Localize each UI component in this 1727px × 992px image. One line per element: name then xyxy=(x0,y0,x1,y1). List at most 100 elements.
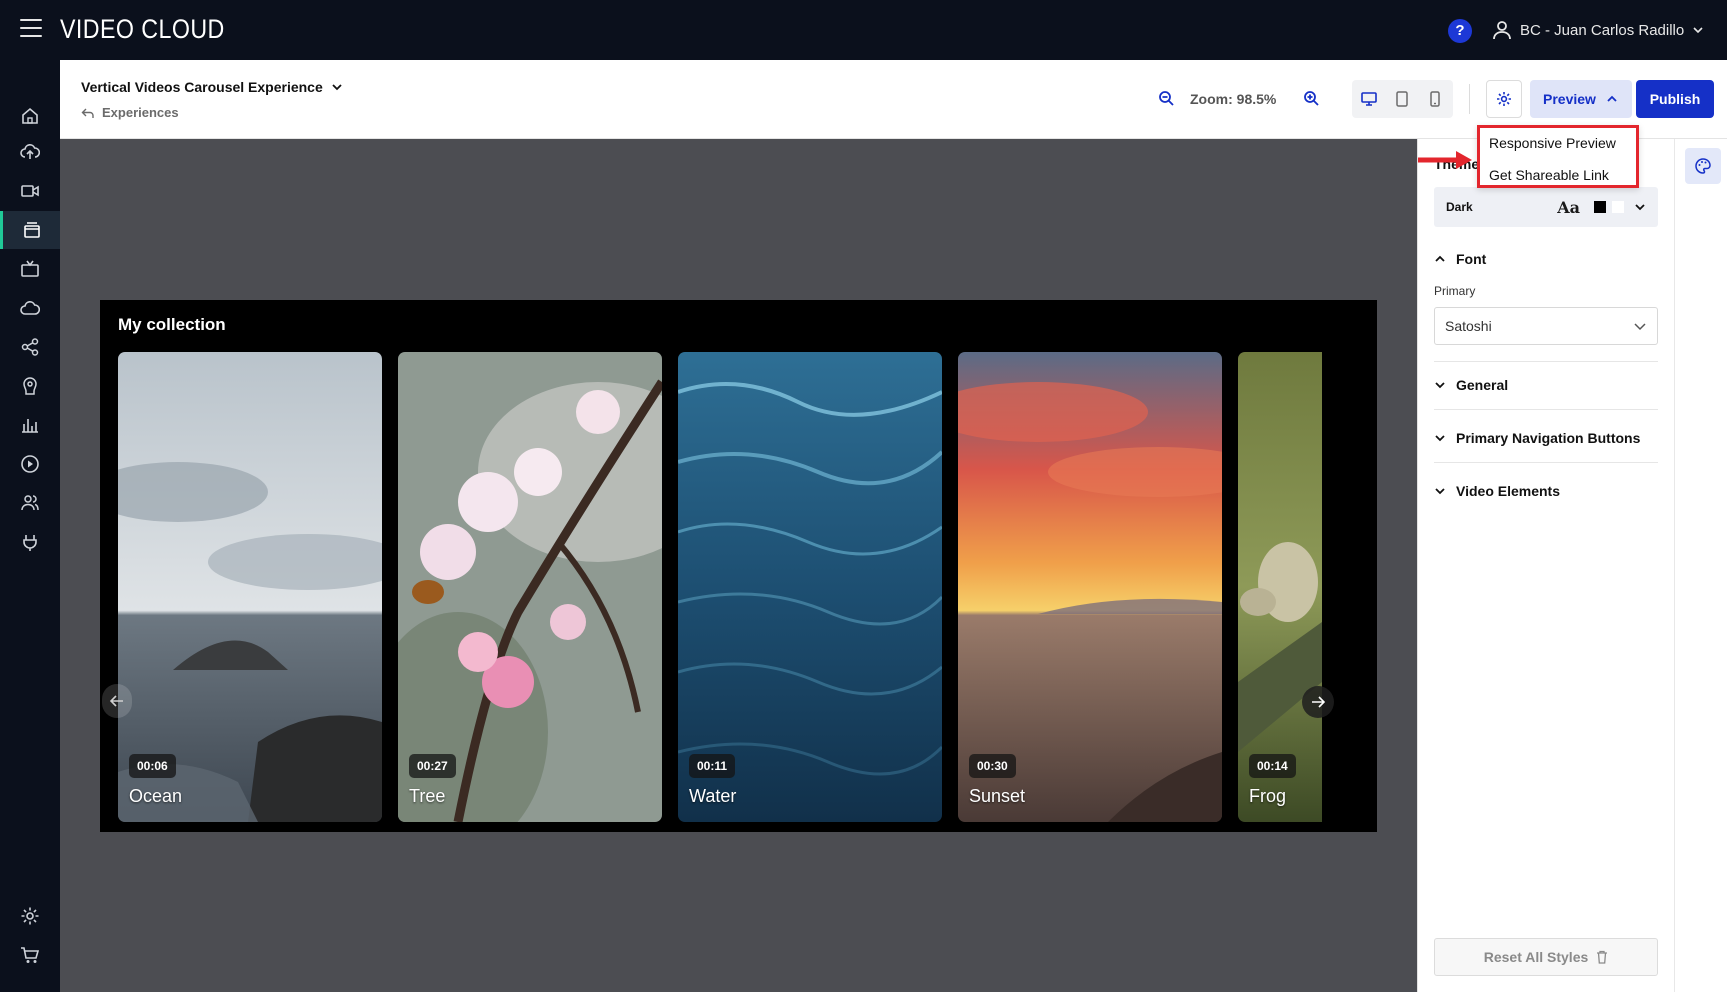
plugin-icon[interactable] xyxy=(0,523,60,561)
duration-badge: 00:14 xyxy=(1249,754,1296,778)
preview-label: Preview xyxy=(1543,91,1596,107)
video-title: Water xyxy=(689,786,737,806)
tree-thumbnail xyxy=(398,352,662,822)
zoom-out-icon[interactable] xyxy=(1158,90,1175,112)
theme-select[interactable]: Dark Aa xyxy=(1434,187,1658,227)
section-divider xyxy=(1434,462,1658,463)
breadcrumb-label: Experiences xyxy=(102,105,179,120)
video-card[interactable]: 00:27 Tree xyxy=(398,352,662,822)
menu-icon[interactable] xyxy=(20,19,42,41)
section-divider xyxy=(1434,409,1658,410)
frog-thumbnail xyxy=(1238,352,1322,822)
section-primary-navigation-buttons-label: Primary Navigation Buttons xyxy=(1456,430,1641,446)
menu-item-responsive-preview[interactable]: Responsive Preview xyxy=(1489,135,1616,151)
palette-icon[interactable] xyxy=(1685,148,1721,184)
preview-button[interactable]: Preview xyxy=(1530,80,1632,118)
section-video-elements[interactable]: Video Elements xyxy=(1434,483,1658,499)
trash-icon xyxy=(1597,950,1608,964)
user-icon xyxy=(1493,21,1511,40)
chevron-down-icon xyxy=(1634,323,1646,331)
share-icon[interactable] xyxy=(0,328,60,366)
experiences-icon[interactable] xyxy=(0,211,60,249)
settings-button[interactable] xyxy=(1486,80,1522,118)
experience-title-dropdown[interactable]: Vertical Videos Carousel Experience xyxy=(81,79,343,95)
section-primary-navigation-buttons[interactable]: Primary Navigation Buttons xyxy=(1434,430,1658,446)
user-menu[interactable]: BC - Juan Carlos Radillo xyxy=(1492,17,1704,43)
chevron-down-icon xyxy=(1435,488,1445,495)
carousel-next-button[interactable] xyxy=(1302,686,1334,718)
zoom-level: Zoom: 98.5% xyxy=(1190,91,1277,107)
settings-icon[interactable] xyxy=(0,897,60,935)
chevron-down-icon xyxy=(332,84,342,91)
font-primary-value: Satoshi xyxy=(1445,318,1492,334)
font-primary-select[interactable]: Satoshi xyxy=(1434,307,1658,345)
section-general-label: General xyxy=(1456,377,1509,393)
video-card[interactable]: 00:14 Frog xyxy=(1238,352,1322,822)
video-icon[interactable] xyxy=(0,172,60,210)
theme-name: Dark xyxy=(1446,200,1473,214)
section-video-elements-label: Video Elements xyxy=(1456,483,1561,499)
annotation-arrow xyxy=(1418,151,1472,169)
desktop-icon[interactable] xyxy=(1352,80,1385,118)
publish-button[interactable]: Publish xyxy=(1636,80,1714,118)
chevron-up-icon xyxy=(1607,95,1617,102)
preview-dropdown-menu: Responsive Preview Get Shareable Link xyxy=(1477,125,1639,188)
users-icon[interactable] xyxy=(0,484,60,522)
video-card[interactable]: 00:11 Water xyxy=(678,352,942,822)
analytics-icon[interactable] xyxy=(0,406,60,444)
chevron-down-icon xyxy=(1435,435,1445,442)
video-title: Frog xyxy=(1249,786,1287,806)
panel-tabs xyxy=(1674,139,1727,992)
video-card[interactable]: 00:30 Sunset xyxy=(958,352,1222,822)
top-bar: VIDEO CLOUD ? BC - Juan Carlos Radillo xyxy=(0,0,1727,60)
water-thumbnail xyxy=(678,352,942,822)
video-title: Tree xyxy=(409,786,446,806)
ocean-thumbnail xyxy=(118,352,382,822)
tv-icon[interactable] xyxy=(0,250,60,288)
upload-icon[interactable] xyxy=(0,133,60,171)
chevron-down-icon xyxy=(1635,204,1645,211)
video-card[interactable]: 00:06 Ocean xyxy=(118,352,382,822)
help-button[interactable]: ? xyxy=(1448,19,1472,43)
font-primary-label: Primary xyxy=(1434,284,1476,298)
section-font[interactable]: Font xyxy=(1434,251,1658,267)
audience-icon[interactable] xyxy=(0,367,60,405)
cart-icon[interactable] xyxy=(0,936,60,974)
color-swatch-black xyxy=(1594,201,1606,213)
duration-badge: 00:06 xyxy=(129,754,176,778)
player-icon[interactable] xyxy=(0,445,60,483)
cloud-icon[interactable] xyxy=(0,289,60,327)
section-general[interactable]: General xyxy=(1434,377,1658,393)
carousel: My collection 00:06 Ocean 00:27 Tree 00:… xyxy=(100,300,1377,832)
experience-title: Vertical Videos Carousel Experience xyxy=(81,79,323,95)
video-title: Ocean xyxy=(129,786,183,806)
font-sample: Aa xyxy=(1557,197,1580,217)
arrow-left-icon xyxy=(110,695,123,707)
reset-label: Reset All Styles xyxy=(1483,949,1589,965)
breadcrumb[interactable]: Experiences xyxy=(81,105,179,120)
menu-item-get-shareable-link[interactable]: Get Shareable Link xyxy=(1489,167,1609,183)
toolbar-divider xyxy=(1469,84,1470,114)
device-toggle xyxy=(1352,80,1453,118)
user-name: BC - Juan Carlos Radillo xyxy=(1520,21,1685,39)
styles-panel: Theme Dark Aa Font Primary Satoshi Gener… xyxy=(1417,139,1674,992)
left-nav-rail xyxy=(0,60,60,992)
zoom-in-icon[interactable] xyxy=(1303,90,1320,112)
reset-all-styles-button[interactable]: Reset All Styles xyxy=(1434,938,1658,976)
gear-icon xyxy=(1497,92,1511,106)
arrow-right-icon xyxy=(1312,696,1325,708)
app-logo: VIDEO CLOUD xyxy=(60,14,225,44)
mobile-icon[interactable] xyxy=(1418,80,1451,118)
section-divider xyxy=(1434,361,1658,362)
carousel-prev-button[interactable] xyxy=(102,684,132,718)
home-icon[interactable] xyxy=(0,97,60,135)
color-swatch-white xyxy=(1612,201,1624,213)
tablet-icon[interactable] xyxy=(1385,80,1418,118)
duration-badge: 00:11 xyxy=(689,754,736,778)
duration-badge: 00:30 xyxy=(969,754,1016,778)
sunset-thumbnail xyxy=(958,352,1222,822)
chevron-down-icon xyxy=(1693,27,1703,34)
chevron-down-icon xyxy=(1435,382,1445,389)
duration-badge: 00:27 xyxy=(409,754,456,778)
chevron-up-icon xyxy=(1435,255,1445,262)
